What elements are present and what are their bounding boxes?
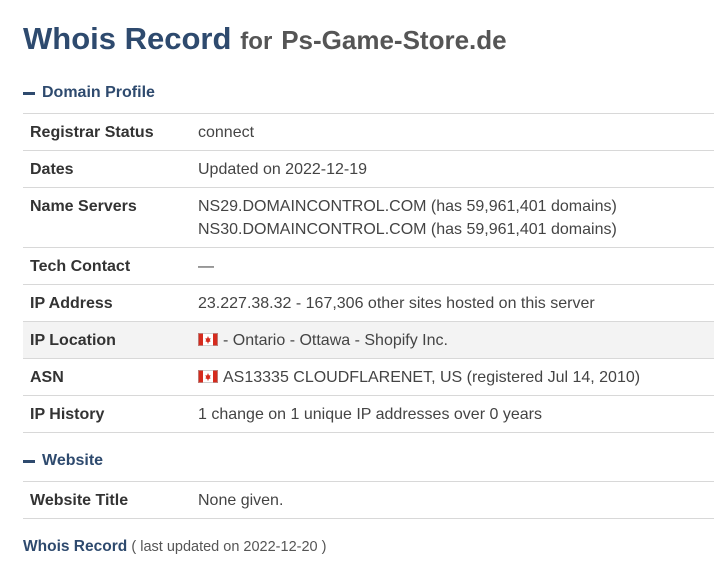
table-row: IP Location - Ontario - Ottawa - Shopify… <box>23 321 714 359</box>
website-table: Website Title None given. <box>23 481 714 519</box>
asn-label: ASN <box>23 358 198 396</box>
table-row: IP History 1 change on 1 unique IP addre… <box>23 395 714 433</box>
website-title-label: Website Title <box>23 481 198 519</box>
website-heading: Website <box>42 452 104 469</box>
asn-value: AS13335 CLOUDFLARENET, US (registered Ju… <box>198 358 714 396</box>
collapse-minus-icon <box>23 460 35 463</box>
table-row: Name Servers NS29.DOMAINCONTROL.COM (has… <box>23 187 714 248</box>
table-row: ASN AS13335 CLOUDFLARENET, US (registere… <box>23 358 714 396</box>
ip-location-text: - Ontario - Ottawa - Shopify Inc. <box>223 332 448 349</box>
ip-address-label: IP Address <box>23 284 198 322</box>
domain-profile-toggle[interactable]: Domain Profile <box>23 84 155 102</box>
ip-history-value: 1 change on 1 unique IP addresses over 0… <box>198 395 714 433</box>
page-title-domain: Ps-Game-Store.de <box>281 25 507 55</box>
name-servers-value: NS29.DOMAINCONTROL.COM (has 59,961,401 d… <box>198 187 714 248</box>
name-server-2: NS30.DOMAINCONTROL.COM (has 59,961,401 d… <box>198 221 617 238</box>
table-row: IP Address 23.227.38.32 - 167,306 other … <box>23 284 714 322</box>
table-row: Tech Contact — <box>23 247 714 285</box>
registrar-status-value: connect <box>198 113 714 151</box>
tech-contact-value: — <box>198 247 714 285</box>
ip-location-label: IP Location <box>23 321 198 359</box>
ip-address-value: 23.227.38.32 - 167,306 other sites hoste… <box>198 284 714 322</box>
ip-location-value: - Ontario - Ottawa - Shopify Inc. <box>198 321 714 359</box>
footer-whois-record: Whois Record <box>23 538 128 555</box>
table-row: Registrar Status connect <box>23 113 714 151</box>
page-title-main: Whois Record <box>23 21 232 56</box>
ip-history-label: IP History <box>23 395 198 433</box>
tech-contact-label: Tech Contact <box>23 247 198 285</box>
dates-value: Updated on 2022-12-19 <box>198 150 714 188</box>
page-title-for: for <box>240 28 273 55</box>
collapse-minus-icon <box>23 92 35 95</box>
asn-text: AS13335 CLOUDFLARENET, US (registered Ju… <box>223 369 641 386</box>
dates-label: Dates <box>23 150 198 188</box>
canada-flag-icon <box>198 333 218 346</box>
canada-flag-icon <box>198 370 218 383</box>
name-servers-label: Name Servers <box>23 187 198 248</box>
registrar-status-label: Registrar Status <box>23 113 198 151</box>
website-title-value: None given. <box>198 481 714 519</box>
page-title: Whois Record for Ps-Game-Store.de <box>23 20 507 57</box>
table-row: Website Title None given. <box>23 481 714 519</box>
domain-profile-table: Registrar Status connect Dates Updated o… <box>23 113 714 433</box>
domain-profile-heading: Domain Profile <box>42 84 155 101</box>
table-row: Dates Updated on 2022-12-19 <box>23 150 714 188</box>
website-toggle[interactable]: Website <box>23 452 103 470</box>
footer: Whois Record ( last updated on 2022-12-2… <box>23 538 326 556</box>
footer-last-updated: ( last updated on 2022-12-20 ) <box>131 539 327 555</box>
name-server-1: NS29.DOMAINCONTROL.COM (has 59,961,401 d… <box>198 198 617 215</box>
